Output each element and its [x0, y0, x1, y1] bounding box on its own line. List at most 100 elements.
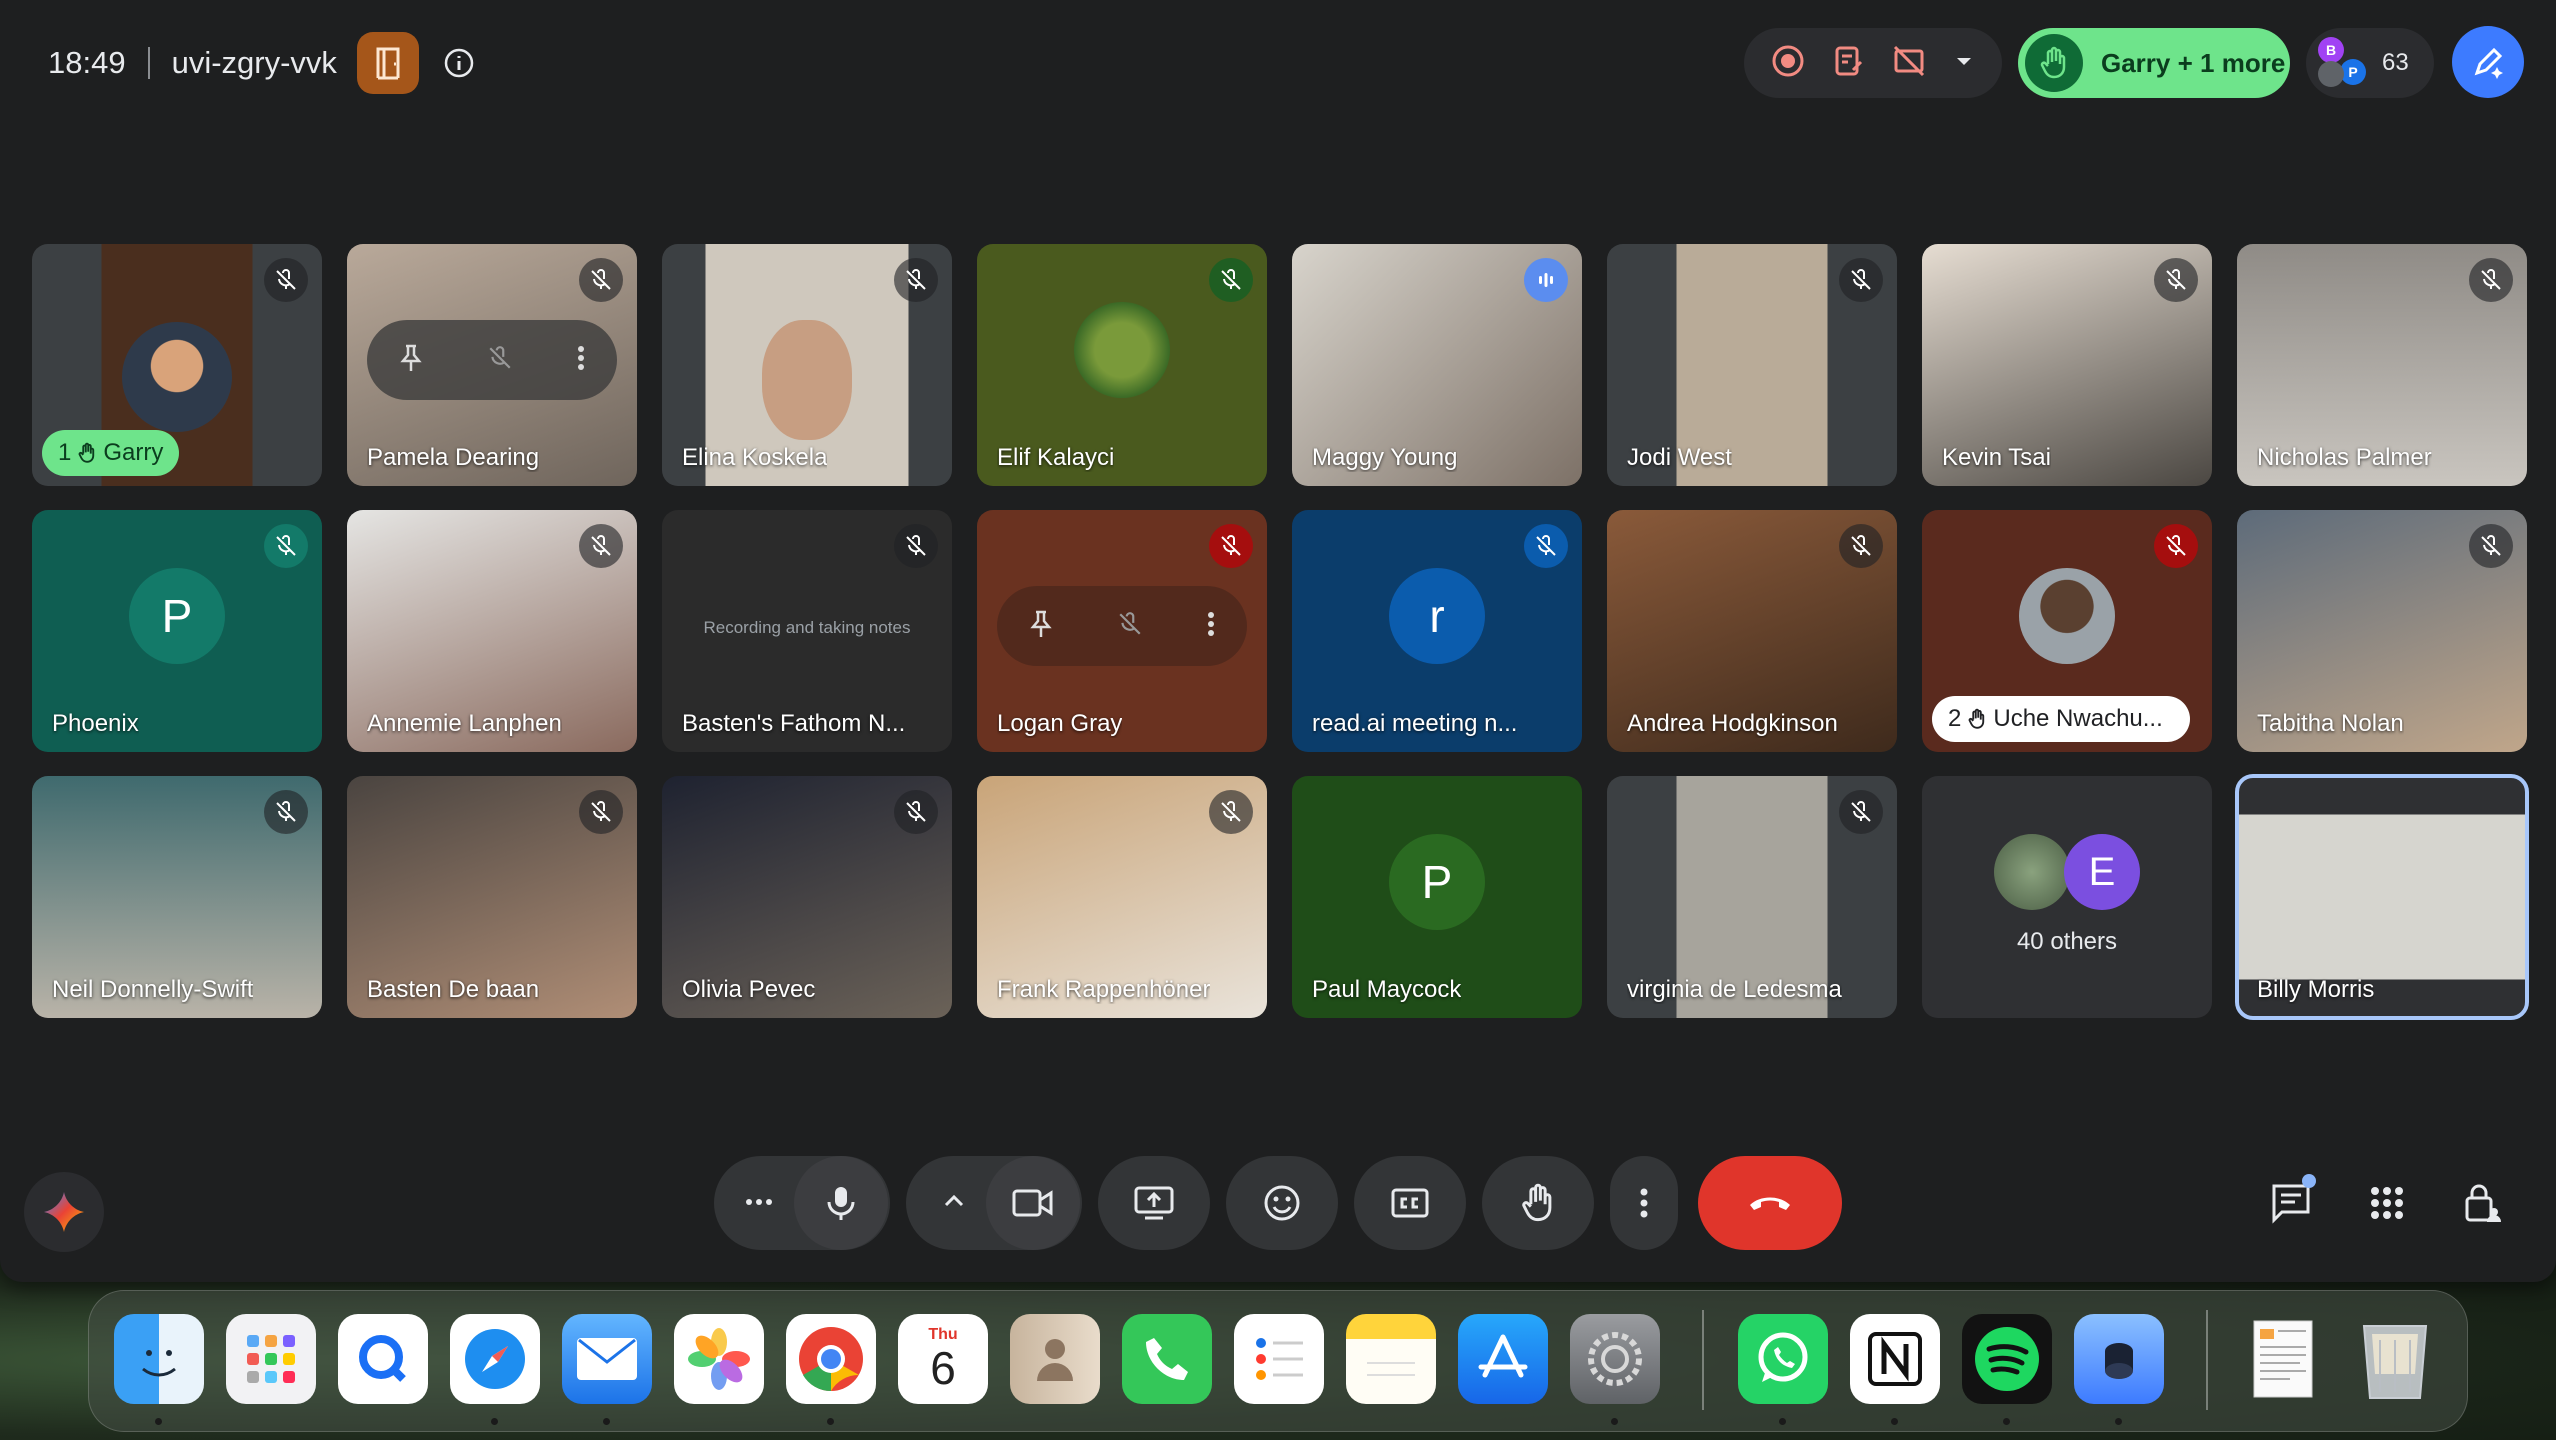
pin-icon[interactable]	[398, 343, 424, 378]
participant-tile[interactable]: Olivia Pevec	[662, 776, 952, 1018]
mic-off-icon	[1839, 524, 1883, 568]
mute-participant-icon[interactable]	[487, 343, 513, 378]
participant-name: virginia de Ledesma	[1627, 976, 1842, 1003]
others-tile[interactable]: E 40 others	[1922, 776, 2212, 1018]
notification-dot	[2302, 1174, 2316, 1188]
reactions-button[interactable]	[1226, 1156, 1338, 1250]
whatsapp-icon[interactable]	[1738, 1314, 1828, 1404]
notes-icon[interactable]	[1346, 1314, 1436, 1404]
reminders-icon[interactable]	[1234, 1314, 1324, 1404]
companion-pen-button[interactable]	[2452, 26, 2524, 98]
participant-tile[interactable]: Basten De baan	[347, 776, 637, 1018]
finder-icon[interactable]	[114, 1314, 204, 1404]
participant-tile[interactable]: Frank Rappenhöner	[977, 776, 1267, 1018]
avatar: B	[2318, 37, 2344, 63]
participant-tile[interactable]: 1 Garry	[32, 244, 322, 486]
participant-tile[interactable]: P Paul Maycock	[1292, 776, 1582, 1018]
participant-tile[interactable]: Andrea Hodgkinson	[1607, 510, 1897, 752]
participant-name: Logan Gray	[997, 710, 1123, 737]
participant-tile[interactable]: Jodi West	[1607, 244, 1897, 486]
microphone-button[interactable]	[794, 1156, 888, 1250]
participant-name: Basten De baan	[367, 976, 540, 1003]
camera-button[interactable]	[986, 1156, 1080, 1250]
participant-tile[interactable]: Logan Gray	[977, 510, 1267, 752]
camera-icon	[1012, 1189, 1053, 1217]
trash-icon[interactable]	[2350, 1314, 2440, 1404]
photos-icon[interactable]	[674, 1314, 764, 1404]
app-icon[interactable]	[2074, 1314, 2164, 1404]
bot-status-text: Recording and taking notes	[703, 618, 911, 637]
participant-tile[interactable]: Nicholas Palmer	[2237, 244, 2527, 486]
hand-icon-container	[2025, 34, 2083, 92]
participant-tile[interactable]: 2 Uche Nwachu...	[1922, 510, 2212, 752]
gemini-button[interactable]	[24, 1172, 104, 1252]
activities-button[interactable]	[2352, 1168, 2422, 1238]
end-call-icon	[1750, 1197, 1790, 1210]
avatar: r	[1389, 568, 1485, 665]
more-options-icon[interactable]	[576, 343, 586, 378]
take-notes-icon[interactable]	[1831, 43, 1867, 84]
mic-off-icon	[1209, 258, 1253, 302]
launchpad-icon[interactable]	[226, 1314, 316, 1404]
chevron-down-icon[interactable]	[1952, 49, 1976, 78]
participant-tile[interactable]: Elif Kalayci	[977, 244, 1267, 486]
mic-off-icon	[579, 790, 623, 834]
meeting-code: uvi-zgry-vvk	[171, 45, 337, 80]
leave-call-button[interactable]	[1698, 1156, 1842, 1250]
participant-name: Neil Donnelly-Swift	[52, 976, 254, 1003]
breakout-room-button[interactable]	[356, 32, 419, 94]
more-options-button[interactable]	[1610, 1156, 1678, 1250]
raise-hand-button[interactable]	[1482, 1156, 1594, 1250]
mail-icon[interactable]	[562, 1314, 652, 1404]
pin-icon[interactable]	[1028, 609, 1054, 644]
participant-tile[interactable]: Kevin Tsai	[1922, 244, 2212, 486]
phone-icon[interactable]	[1122, 1314, 1212, 1404]
video-feed	[762, 319, 852, 440]
transcript-off-icon[interactable]	[1891, 43, 1927, 84]
participant-grid: 1 Garry Pamela Dearing Elina Koskela Elif…	[32, 244, 2529, 1020]
chat-button[interactable]	[2256, 1168, 2326, 1238]
participant-tile[interactable]: Annemie Lanphen	[347, 510, 637, 752]
chevron-up-icon[interactable]	[942, 1193, 966, 1214]
safari-icon[interactable]	[450, 1314, 540, 1404]
more-options-icon[interactable]	[1206, 609, 1216, 644]
meeting-details-button[interactable]	[431, 35, 487, 91]
participant-tile[interactable]: Pamela Dearing	[347, 244, 637, 486]
host-controls-button[interactable]	[2448, 1168, 2518, 1238]
participant-tile[interactable]: r read.ai meeting n...	[1292, 510, 1582, 752]
meet-window: 18:49 uvi-zgry-vvk Garry + 1 more B P 63	[0, 0, 2556, 1282]
present-screen-button[interactable]	[1098, 1156, 1210, 1250]
mute-participant-icon[interactable]	[1117, 609, 1143, 644]
quicklook-icon[interactable]	[338, 1314, 428, 1404]
system-settings-icon[interactable]	[1570, 1314, 1660, 1404]
raised-hand-icon	[78, 442, 95, 463]
participant-tile[interactable]: Tabitha Nolan	[2237, 510, 2527, 752]
captions-button[interactable]	[1354, 1156, 1466, 1250]
raised-hands-button[interactable]: Garry + 1 more	[2018, 28, 2290, 98]
participant-tile[interactable]: Elina Koskela	[662, 244, 952, 486]
participant-name: Basten's Fathom N...	[682, 710, 906, 737]
door-icon	[376, 47, 400, 80]
spotify-icon[interactable]	[1962, 1314, 2052, 1404]
people-button[interactable]: B P 63	[2306, 28, 2434, 98]
participant-tile[interactable]: Neil Donnelly-Swift	[32, 776, 322, 1018]
contacts-icon[interactable]	[1010, 1314, 1100, 1404]
calendar-icon[interactable]: Thu 6	[898, 1314, 988, 1404]
participant-tile[interactable]: Recording and taking notes Basten's Fath…	[662, 510, 952, 752]
app-store-icon[interactable]	[1458, 1314, 1548, 1404]
participant-tile[interactable]: P Phoenix	[32, 510, 322, 752]
participant-name: Kevin Tsai	[1942, 444, 2051, 471]
document-icon[interactable]	[2238, 1314, 2328, 1404]
chrome-icon[interactable]	[786, 1314, 876, 1404]
emoji-icon	[1264, 1185, 1300, 1221]
audio-options-icon[interactable]	[744, 1194, 774, 1212]
raised-hands-label: Garry + 1 more	[2101, 47, 2286, 78]
participant-tile[interactable]: Maggy Young	[1292, 244, 1582, 486]
participant-name: Garry	[103, 439, 164, 466]
record-icon[interactable]	[1770, 43, 1806, 84]
participant-name: Billy Morris	[2257, 976, 2375, 1003]
notion-icon[interactable]	[1850, 1314, 1940, 1404]
participant-tile-self[interactable]: Billy Morris	[2235, 774, 2529, 1020]
participant-tile[interactable]: virginia de Ledesma	[1607, 776, 1897, 1018]
mic-off-icon	[2154, 524, 2198, 568]
